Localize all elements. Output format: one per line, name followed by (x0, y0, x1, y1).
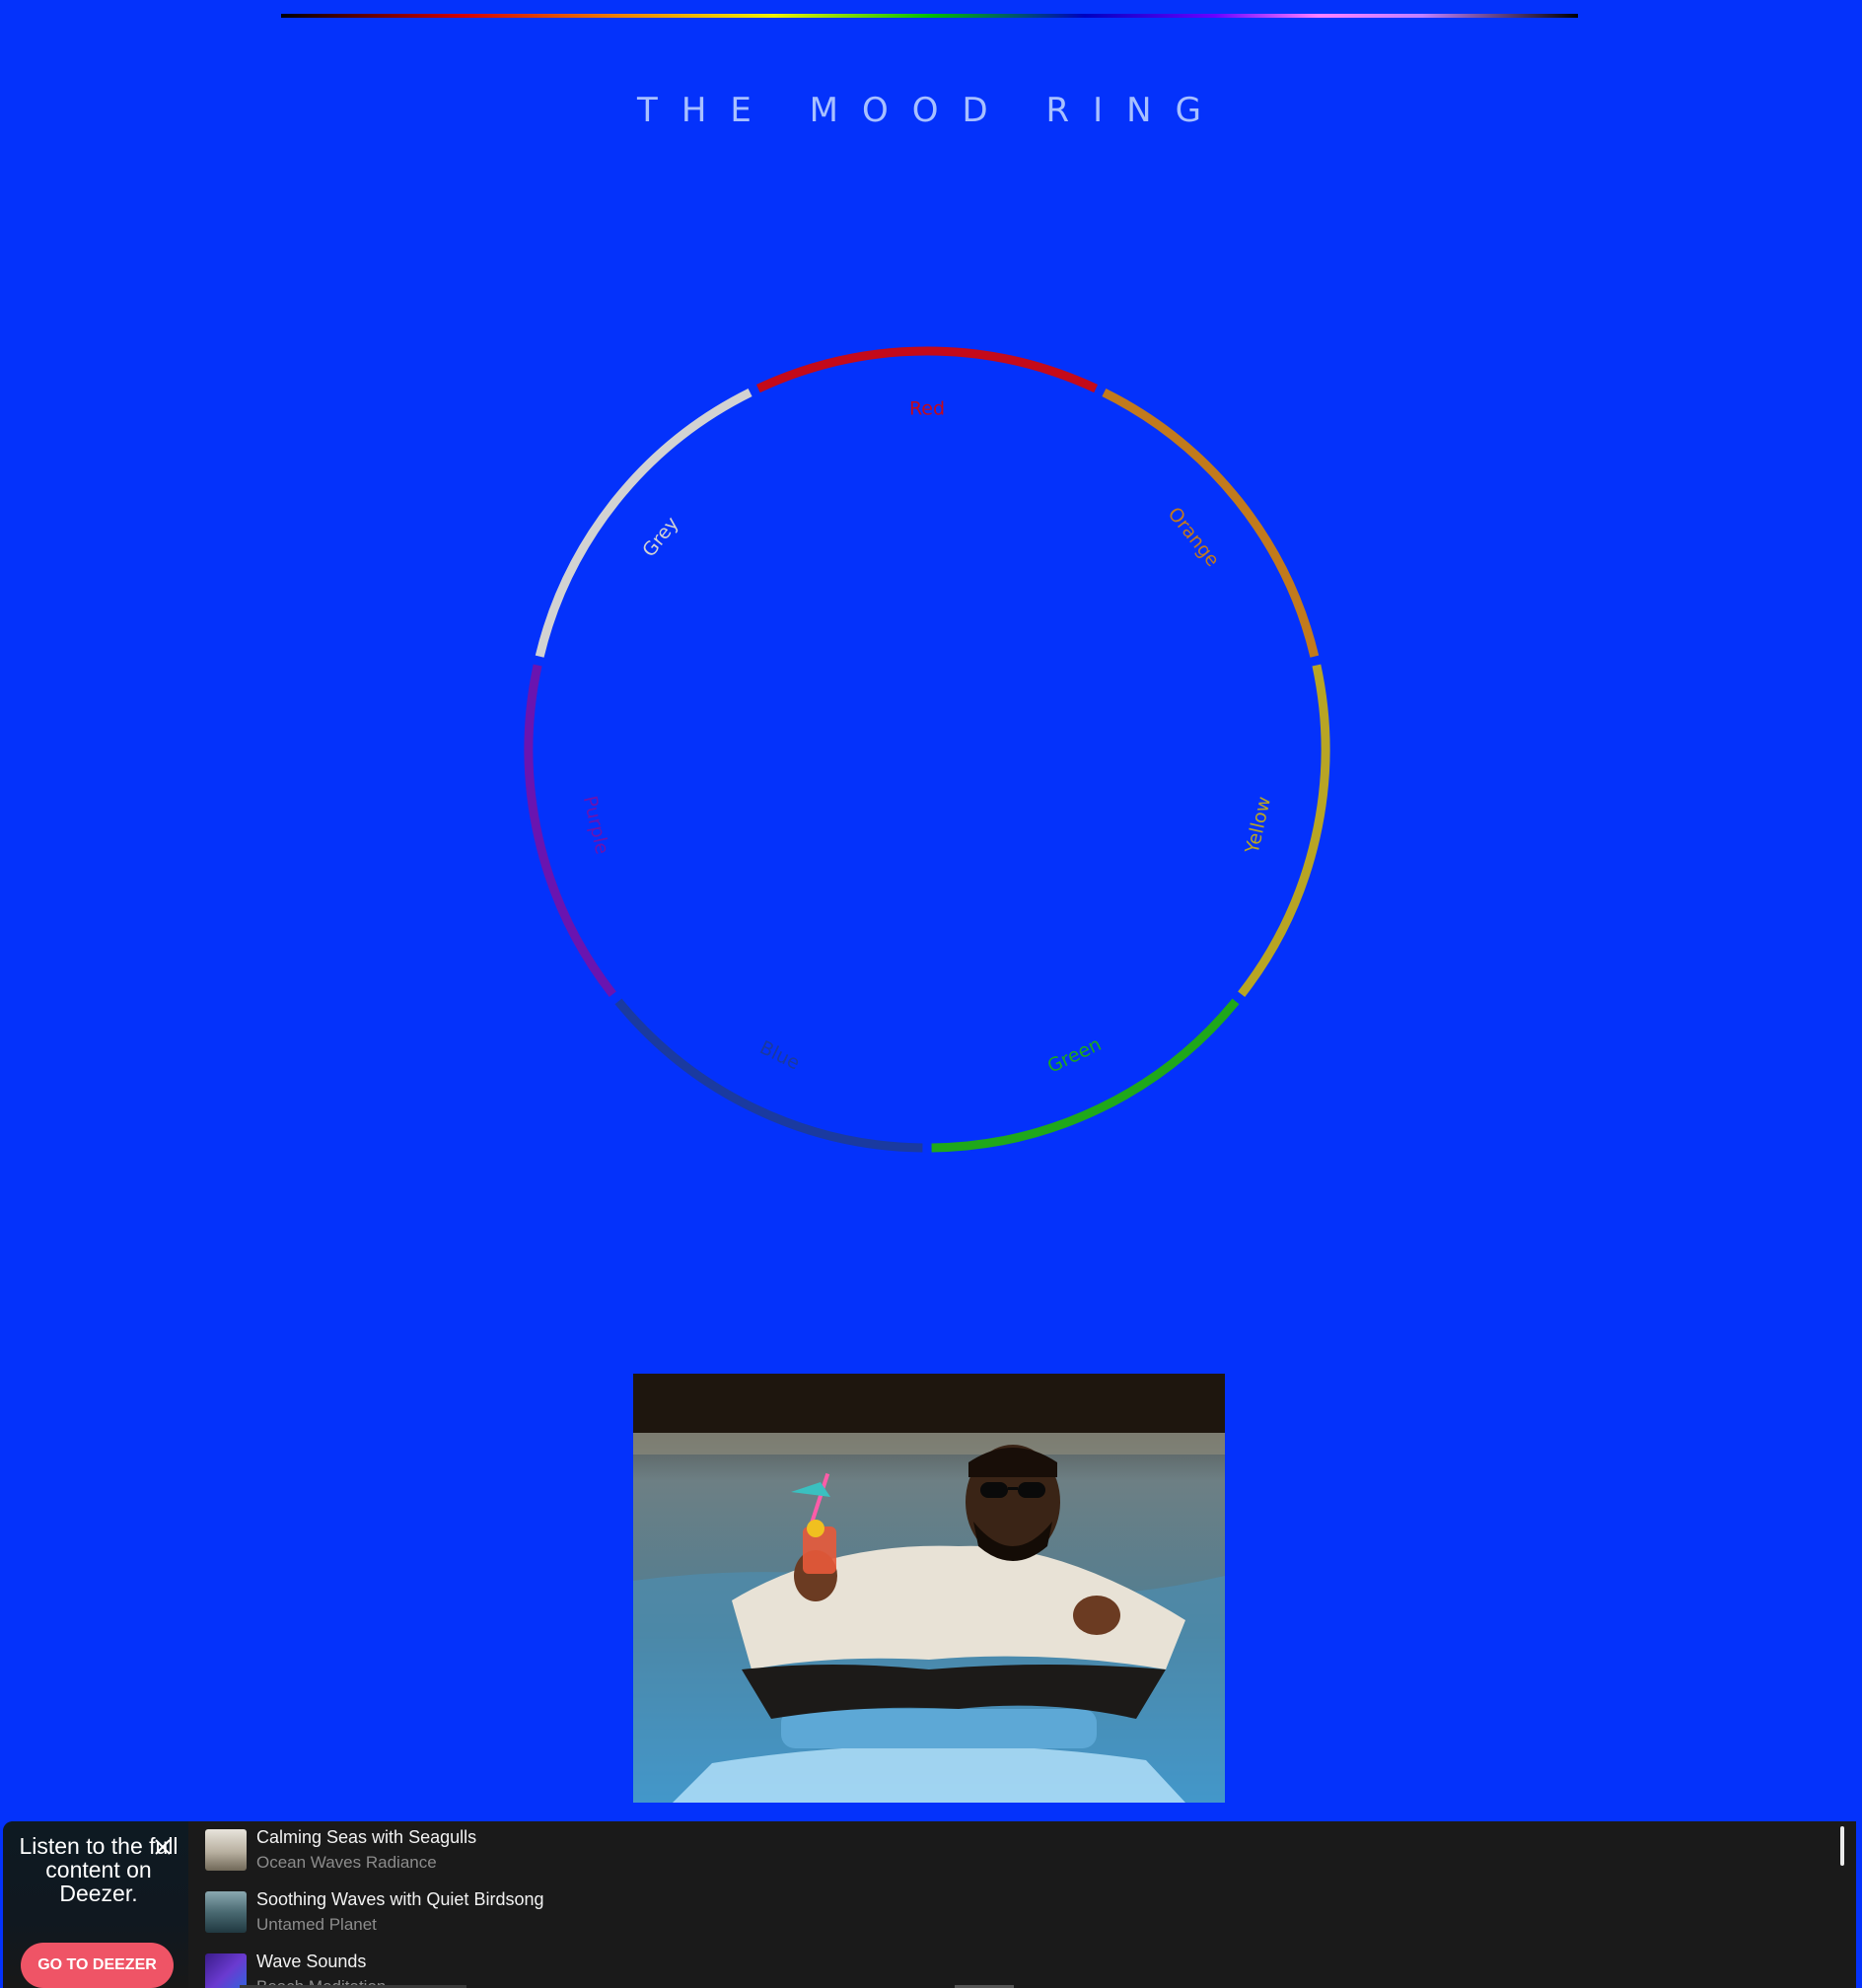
pool-scene-image (633, 1374, 1225, 1803)
track-artist: Ocean Waves Radiance (256, 1853, 437, 1872)
deezer-promo-panel: Listen to the full content on Deezer. GO… (3, 1821, 188, 1988)
track-item[interactable]: Soothing Waves with Quiet Birdsong Untam… (202, 1883, 893, 1943)
ring-label-yellow[interactable]: Yellow (1241, 795, 1275, 857)
track-item[interactable]: Calming Seas with Seagulls Ocean Waves R… (202, 1821, 893, 1881)
deezer-player-widget: Listen to the full content on Deezer. GO… (3, 1821, 1856, 1988)
track-title: Wave Sounds (256, 1952, 367, 1971)
track-artist: Untamed Planet (256, 1915, 377, 1934)
ring-label-purple[interactable]: Purple (579, 794, 613, 856)
track-item[interactable]: Wave Sounds Beach Meditation (202, 1946, 893, 1988)
ring-segment-green[interactable] (931, 998, 1240, 1153)
track-title: Soothing Waves with Quiet Birdsong (256, 1889, 544, 1909)
vertical-scrollbar[interactable] (1840, 1826, 1844, 1866)
ring-label-grey[interactable]: Grey (638, 513, 682, 561)
ring-label-blue[interactable]: Blue (756, 1036, 803, 1074)
ring-segment-orange[interactable] (1102, 388, 1320, 658)
ring-label-green[interactable]: Green (1044, 1033, 1105, 1078)
ring-segment-blue[interactable] (614, 998, 923, 1153)
close-icon[interactable] (153, 1837, 173, 1857)
track-cover (205, 1829, 247, 1871)
page-title: THE MOOD RING (637, 91, 1225, 130)
ring-segment-red[interactable] (755, 346, 1099, 393)
track-title: Calming Seas with Seagulls (256, 1827, 477, 1847)
track-cover (205, 1891, 247, 1933)
hero-gif (633, 1374, 1225, 1803)
ring-label-red[interactable]: Red (909, 398, 945, 420)
mood-ring: Red Orange Yellow Green Blue Purple Grey (524, 346, 1330, 1153)
ring-label-orange[interactable]: Orange (1164, 503, 1224, 571)
go-to-deezer-button[interactable]: GO TO DEEZER (21, 1943, 174, 1988)
ring-segment-grey[interactable] (535, 388, 752, 658)
track-cover (205, 1953, 247, 1988)
rainbow-divider (281, 14, 1578, 18)
